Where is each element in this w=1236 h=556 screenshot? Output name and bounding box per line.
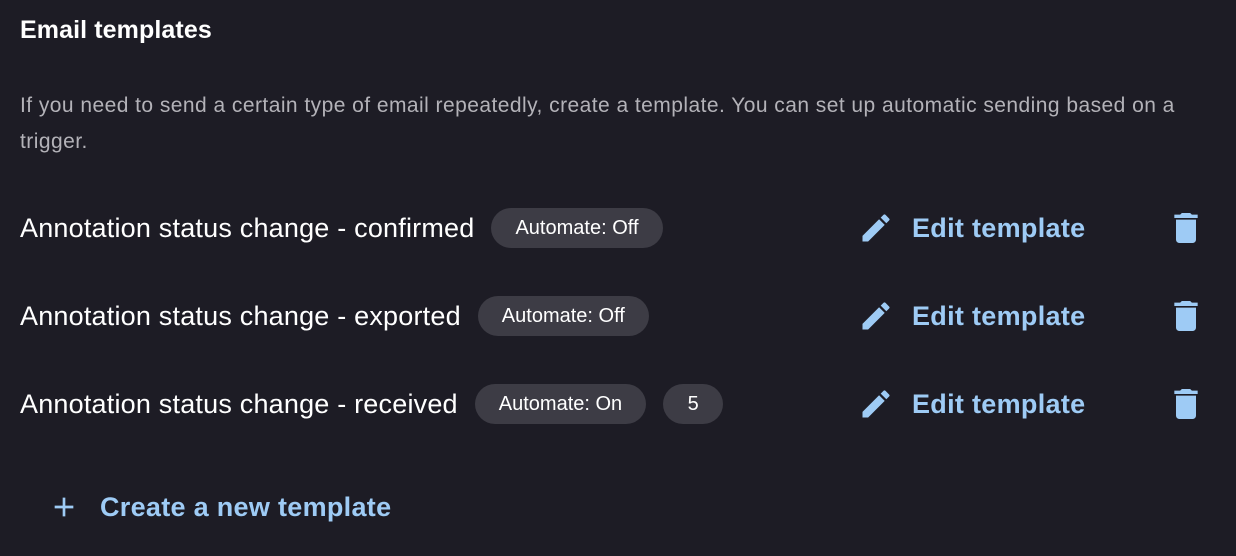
create-template-label: Create a new template [100, 491, 392, 522]
template-name: Annotation status change - exported [20, 300, 461, 331]
template-row: Annotation status change - received Auto… [20, 382, 1216, 426]
automate-status-chip[interactable]: Automate: Off [491, 208, 663, 248]
pencil-icon [858, 386, 894, 422]
section-title: Email templates [20, 16, 212, 44]
edit-template-button[interactable]: Edit template [858, 206, 1085, 250]
template-name: Annotation status change - received [20, 388, 458, 419]
create-template-button[interactable]: Create a new template [48, 484, 391, 530]
plus-icon [48, 491, 80, 523]
delete-template-button[interactable] [1168, 206, 1204, 250]
template-row: Annotation status change - exported Auto… [20, 294, 1216, 338]
trash-icon [1166, 384, 1206, 424]
delete-template-button[interactable] [1168, 382, 1204, 426]
trash-icon [1166, 296, 1206, 336]
template-name: Annotation status change - confirmed [20, 212, 475, 243]
automate-status-chip[interactable]: Automate: Off [477, 296, 649, 336]
pencil-icon [858, 298, 894, 334]
pencil-icon [858, 210, 894, 246]
edit-template-button[interactable]: Edit template [858, 294, 1085, 338]
automate-status-chip[interactable]: Automate: On [474, 384, 647, 424]
trash-icon [1166, 208, 1206, 248]
email-templates-panel: Email templates If you need to send a ce… [0, 0, 1236, 556]
edit-template-label: Edit template [912, 388, 1086, 419]
section-description: If you need to send a certain type of em… [20, 94, 1175, 153]
edit-template-label: Edit template [912, 212, 1086, 243]
template-row: Annotation status change - confirmed Aut… [20, 206, 1216, 250]
trigger-count-chip: 5 [663, 384, 724, 424]
delete-template-button[interactable] [1168, 294, 1204, 338]
edit-template-button[interactable]: Edit template [858, 382, 1085, 426]
edit-template-label: Edit template [912, 300, 1086, 331]
